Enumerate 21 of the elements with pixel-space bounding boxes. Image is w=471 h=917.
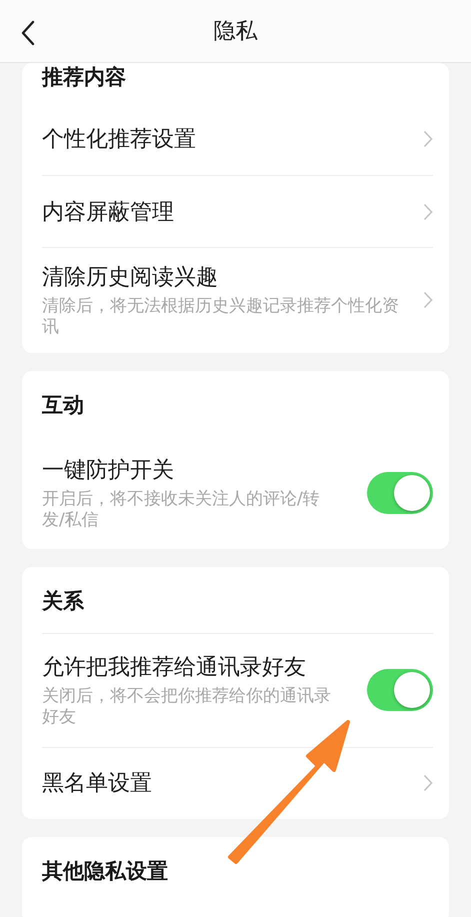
section-title: 推荐内容 xyxy=(42,64,127,91)
back-icon[interactable] xyxy=(20,20,36,46)
section-title: 关系 xyxy=(42,567,433,634)
toggle-switch[interactable] xyxy=(367,472,433,514)
setting-label[interactable]: 黑名单设置 xyxy=(42,768,411,798)
setting-label[interactable]: 允许把我推荐给通讯录好友 xyxy=(42,652,333,682)
setting-label[interactable]: 清除历史阅读兴趣 xyxy=(42,262,411,292)
setting-label[interactable]: 个性化推荐设置 xyxy=(42,124,411,154)
chevron-right-icon[interactable] xyxy=(423,202,433,220)
setting-description: 开启后，将不接收未关注人的评论/转发/私信 xyxy=(42,488,321,531)
section-title: 互动 xyxy=(42,392,85,418)
setting-label[interactable]: 一键防护开关 xyxy=(42,454,333,484)
chevron-right-icon[interactable] xyxy=(423,774,433,792)
setting-description: 关闭后，将不会把你推荐给你的通讯录好友 xyxy=(42,686,332,728)
page-title: 隐私 xyxy=(214,18,258,46)
section-title: 其他隐私设置 xyxy=(42,858,169,884)
toggle-switch[interactable] xyxy=(367,669,433,712)
setting-label[interactable]: 内容屏蔽管理 xyxy=(42,196,411,226)
chevron-right-icon[interactable] xyxy=(423,291,433,310)
setting-description: 清除后，将无法根据历史兴趣记录推荐个性化资讯 xyxy=(42,296,400,338)
chevron-right-icon[interactable] xyxy=(423,130,433,148)
